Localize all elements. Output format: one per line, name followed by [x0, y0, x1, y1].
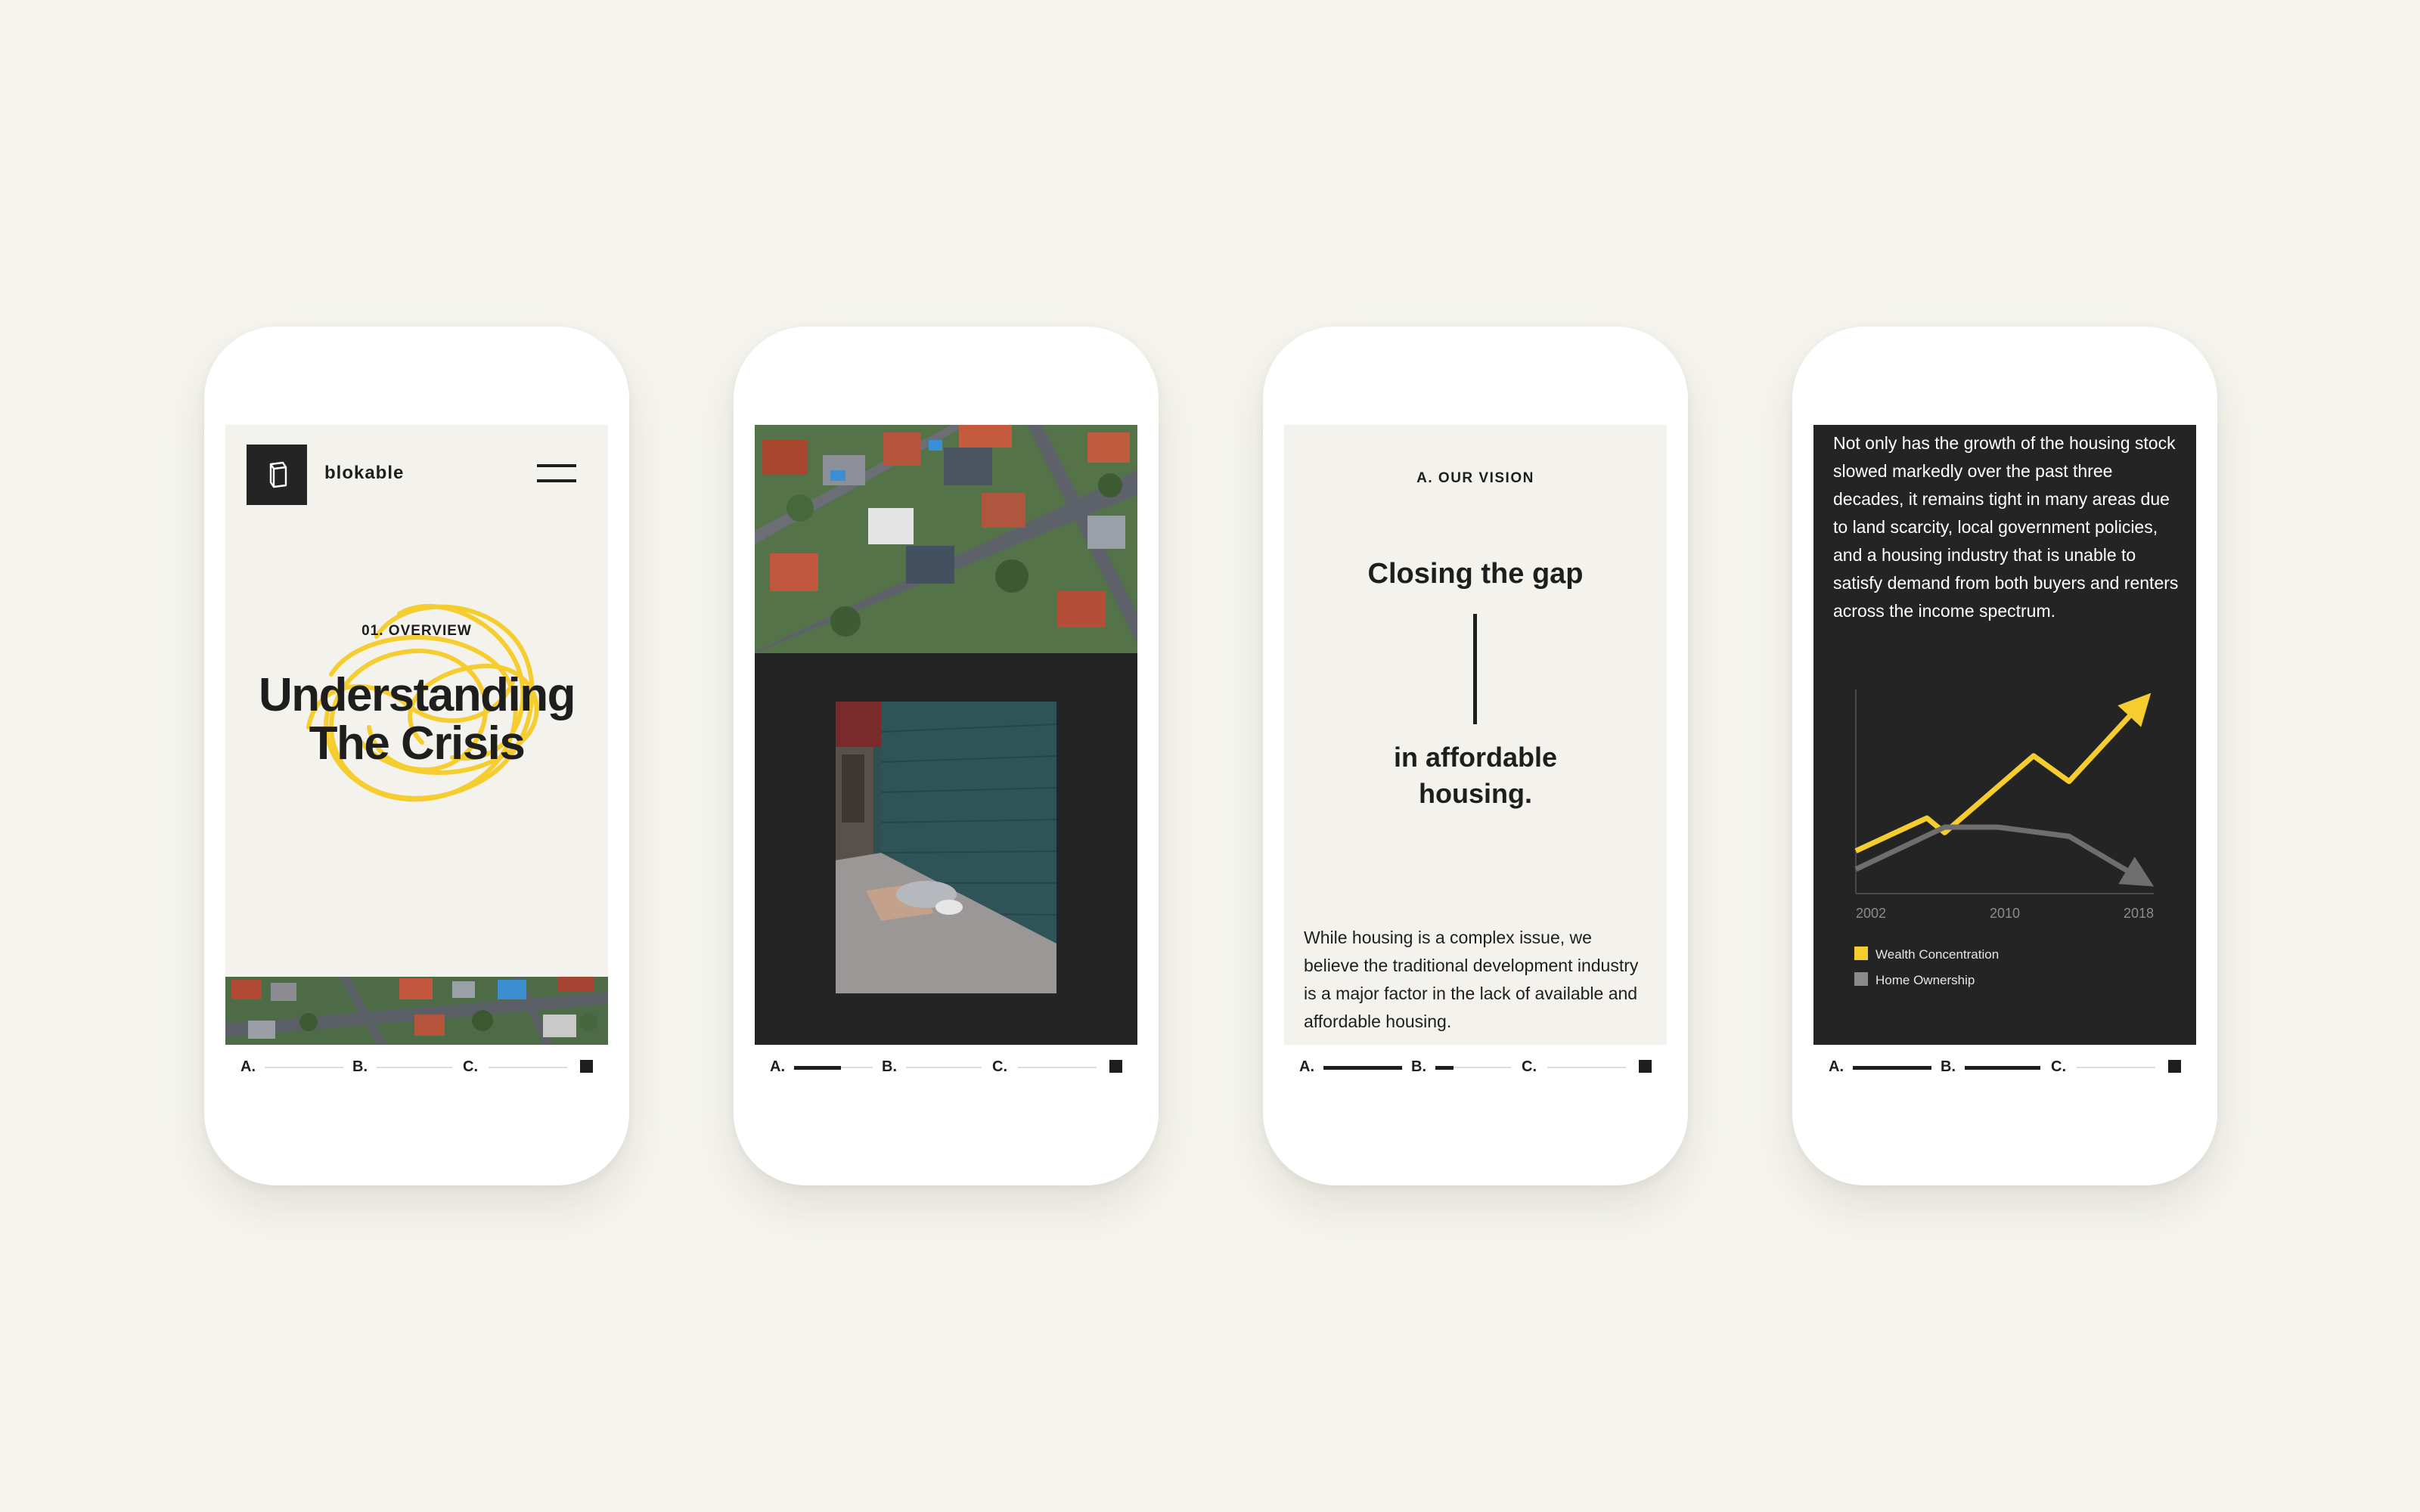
progress-track-c	[2077, 1067, 2155, 1068]
progress-label-b[interactable]: B.	[1411, 1058, 1426, 1076]
progress-label-b[interactable]: B.	[352, 1058, 368, 1076]
progress-label-b[interactable]: B.	[882, 1058, 897, 1076]
progress-fill-a	[794, 1066, 841, 1070]
brand-name[interactable]: blokable	[324, 463, 404, 484]
aerial-photo-strip	[225, 977, 608, 1045]
progress-label-a[interactable]: A.	[1829, 1058, 1844, 1076]
vision-subtitle-line-1: in affordable	[1393, 742, 1558, 773]
legend-item-ownership: Home Ownership	[1854, 972, 1975, 988]
screen-photos	[755, 425, 1137, 1045]
progress-track-a	[794, 1066, 873, 1070]
progress-fill-b	[1965, 1066, 2040, 1070]
progress-track-c	[1547, 1067, 1626, 1068]
progress-track-b	[1435, 1066, 1511, 1070]
phone-mockup-photos: A. B. C.	[734, 327, 1159, 1185]
phone-mockup-vision: A. OUR VISION Closing the gap in afforda…	[1263, 327, 1688, 1185]
legend-item-wealth: Wealth Concentration	[1854, 947, 1999, 962]
progress-end-marker	[2168, 1060, 2181, 1073]
progress-nav[interactable]: A. B. C.	[225, 1057, 608, 1078]
phone-mockup-chart: Not only has the growth of the housing s…	[1792, 327, 2217, 1185]
progress-fill-a	[1853, 1066, 1931, 1070]
progress-label-a[interactable]: A.	[770, 1058, 785, 1076]
progress-label-c[interactable]: C.	[1522, 1058, 1537, 1076]
progress-track-b	[906, 1067, 982, 1068]
hero-title: Understanding The Crisis	[225, 671, 608, 768]
chart-intro-text: Not only has the growth of the housing s…	[1833, 433, 2179, 621]
series-line-home-ownership	[1854, 824, 2155, 887]
street-sleeper-photo	[836, 702, 1056, 993]
screen-vision: A. OUR VISION Closing the gap in afforda…	[1284, 425, 1667, 1045]
vision-subtitle-line-2: housing.	[1419, 778, 1532, 809]
cube-icon	[269, 461, 287, 488]
progress-track-a	[265, 1067, 343, 1068]
progress-nav[interactable]: A. B. C.	[1813, 1057, 2196, 1078]
aerial-neighborhood-photo	[755, 425, 1137, 653]
screen-chart: Not only has the growth of the housing s…	[1813, 425, 2196, 1045]
progress-label-a[interactable]: A.	[240, 1058, 256, 1076]
progress-label-a[interactable]: A.	[1299, 1058, 1314, 1076]
progress-fill-b	[1435, 1066, 1454, 1070]
section-eyebrow: 01. OVERVIEW	[361, 623, 472, 639]
hero-title-line-2: The Crisis	[309, 717, 526, 770]
divider-line	[1473, 614, 1477, 724]
progress-track-a	[1853, 1066, 1931, 1070]
logo[interactable]	[247, 445, 307, 505]
x-tick-label: 2010	[1990, 906, 2020, 921]
progress-end-marker	[1639, 1060, 1652, 1073]
progress-label-c[interactable]: C.	[2051, 1058, 2066, 1076]
phone-mockup-overview: blokable 01. OVERVIEW Understanding The …	[204, 327, 629, 1185]
progress-track-c	[1018, 1067, 1097, 1068]
progress-label-c[interactable]: C.	[463, 1058, 478, 1076]
progress-track-a	[1323, 1066, 1402, 1070]
legend-label: Wealth Concentration	[1876, 947, 2000, 962]
hamburger-menu-icon[interactable]	[537, 464, 576, 484]
legend-swatch-gray	[1854, 972, 1868, 986]
vision-title: Closing the gap	[1367, 558, 1584, 590]
x-tick-label: 2002	[1856, 906, 1886, 921]
progress-track-b	[377, 1067, 452, 1068]
legend-label: Home Ownership	[1876, 973, 1975, 987]
vision-subtitle: in affordable housing.	[1284, 739, 1667, 812]
x-tick-label: 2018	[2124, 906, 2154, 921]
progress-track-c	[489, 1067, 567, 1068]
hero-title-line-1: Understanding	[259, 669, 576, 721]
progress-nav[interactable]: A. B. C.	[755, 1057, 1137, 1078]
progress-nav[interactable]: A. B. C.	[1284, 1057, 1667, 1078]
progress-label-c[interactable]: C.	[992, 1058, 1007, 1076]
progress-fill-a	[1323, 1066, 1402, 1070]
screen-overview: blokable 01. OVERVIEW Understanding The …	[225, 425, 608, 1045]
section-eyebrow: A. OUR VISION	[1416, 470, 1534, 486]
progress-end-marker	[1109, 1060, 1122, 1073]
progress-end-marker	[580, 1060, 593, 1073]
progress-label-b[interactable]: B.	[1941, 1058, 1956, 1076]
legend-swatch-yellow	[1854, 947, 1868, 960]
progress-track-b	[1965, 1066, 2040, 1070]
vision-body-text: While housing is a complex issue, we bel…	[1304, 928, 1639, 1031]
